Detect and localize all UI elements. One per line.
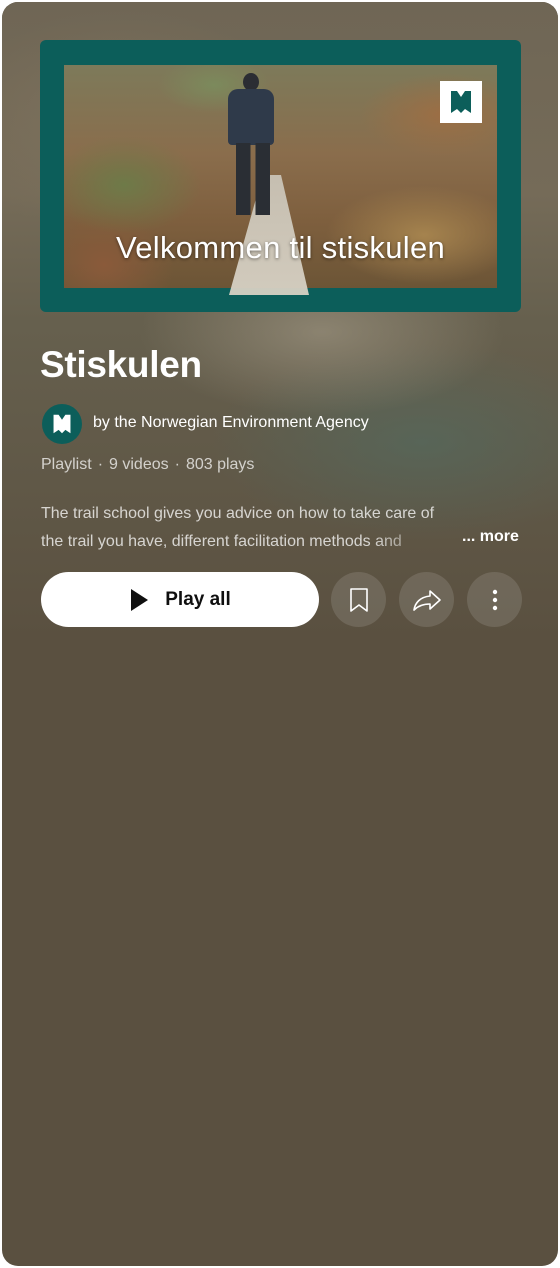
channel-avatar[interactable]	[42, 404, 82, 444]
description-line-1: The trail school gives you advice on how…	[41, 505, 435, 522]
agency-logo-icon	[53, 414, 71, 434]
save-playlist-button[interactable]	[331, 572, 386, 627]
play-count: 803 plays	[185, 456, 255, 473]
meta-separator: ·	[97, 456, 104, 473]
playlist-meta: Playlist · 9 videos · 803 plays	[41, 456, 254, 474]
meta-separator: ·	[174, 456, 180, 473]
video-count: 9 videos	[109, 456, 169, 473]
playlist-header-panel: Velkommen til stiskulen Stiskulen by the…	[2, 2, 558, 1266]
playlist-thumbnail[interactable]: Velkommen til stiskulen	[40, 40, 521, 312]
bookmark-icon	[349, 587, 368, 612]
play-icon	[131, 588, 149, 611]
person-legs-graphic	[236, 143, 270, 215]
description-more-button[interactable]: ... more	[462, 528, 519, 546]
playlist-type: Playlist	[41, 456, 92, 473]
playlist-description[interactable]: The trail school gives you advice on how…	[41, 500, 523, 556]
more-actions-button[interactable]	[467, 572, 522, 627]
channel-owner-link[interactable]: by the Norwegian Environment Agency	[93, 414, 369, 432]
play-all-button[interactable]: Play all	[41, 572, 319, 627]
play-all-label: Play all	[165, 588, 231, 610]
description-line-2: the trail you have, different facilitati…	[41, 533, 402, 550]
more-vertical-icon	[492, 589, 497, 610]
share-button[interactable]	[399, 572, 454, 627]
share-icon	[412, 589, 441, 611]
playlist-title: Stiskulen	[40, 344, 202, 385]
thumbnail-caption: Velkommen til stiskulen	[115, 230, 446, 265]
person-body-graphic	[228, 89, 274, 145]
agency-logo-icon	[440, 81, 482, 123]
